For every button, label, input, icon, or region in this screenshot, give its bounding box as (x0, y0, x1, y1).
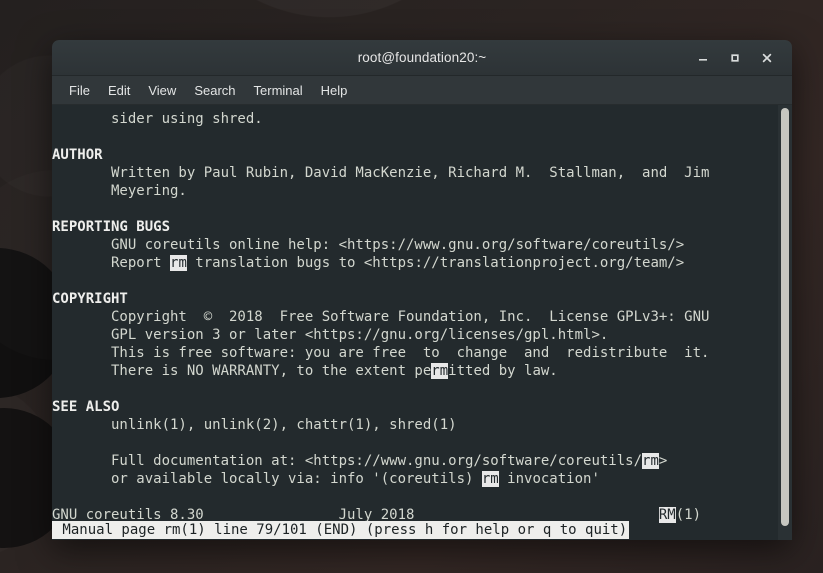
search-match: rm (481, 471, 499, 487)
scrollbar-thumb[interactable] (781, 108, 789, 526)
window-title: root@foundation20:~ (357, 50, 487, 65)
terminal-text: Report (52, 255, 171, 271)
menu-item-file[interactable]: File (60, 80, 99, 101)
terminal-text: This is free software: you are free to c… (52, 345, 710, 361)
terminal-line: COPYRIGHT (52, 290, 778, 308)
terminal-text: itted by law. (448, 363, 558, 379)
terminal-text: GNU coreutils online help: <https://www.… (52, 237, 685, 253)
terminal-line: GPL version 3 or later <https://gnu.org/… (52, 326, 778, 344)
terminal-line: AUTHOR (52, 146, 778, 164)
terminal-line: Copyright © 2018 Free Software Foundatio… (52, 308, 778, 326)
close-button[interactable] (756, 47, 778, 69)
terminal-line: There is NO WARRANTY, to the extent perm… (52, 362, 778, 380)
terminal-text: There is NO WARRANTY, to the extent pe (52, 363, 432, 379)
terminal-screen[interactable]: sider using shred. AUTHOR Written by Paul… (52, 105, 778, 540)
terminal-text: > (658, 453, 668, 469)
search-match: rm (170, 255, 187, 271)
terminal-text: Meyering. (52, 183, 187, 199)
terminal-line: unlink(1), unlink(2), chattr(1), shred(1… (52, 416, 778, 434)
section-heading: AUTHOR (52, 147, 103, 163)
terminal-text: Full documentation at: <https://www.gnu.… (52, 453, 643, 469)
terminal-line: This is free software: you are free to c… (52, 344, 778, 362)
terminal-line: or available locally via: info '(coreuti… (52, 470, 778, 488)
menubar: File Edit View Search Terminal Help (52, 76, 792, 105)
section-heading: SEE ALSO (52, 399, 120, 415)
terminal-line: sider using shred. (52, 110, 778, 128)
terminal-text: invocation' (498, 471, 600, 487)
menu-item-help[interactable]: Help (312, 80, 357, 101)
maximize-button[interactable] (724, 47, 746, 69)
terminal-text: GPL version 3 or later <https://gnu.org/… (52, 327, 609, 343)
terminal-line: GNU coreutils online help: <https://www.… (52, 236, 778, 254)
terminal-line: Meyering. (52, 182, 778, 200)
menu-item-terminal[interactable]: Terminal (245, 80, 312, 101)
window-controls (692, 47, 792, 69)
terminal-body[interactable]: sider using shred. AUTHOR Written by Paul… (52, 105, 792, 540)
terminal-text: unlink(1), unlink(2), chattr(1), shred(1… (52, 417, 457, 433)
terminal-text: translation bugs to <https://translation… (186, 255, 685, 271)
menu-item-edit[interactable]: Edit (99, 80, 139, 101)
section-heading: REPORTING BUGS (52, 219, 171, 235)
window-titlebar[interactable]: root@foundation20:~ (52, 40, 792, 76)
man-status-bar: Manual page rm(1) line 79/101 (END) (pre… (52, 521, 630, 539)
terminal-line: SEE ALSO (52, 398, 778, 416)
terminal-text: sider using shred. (52, 111, 263, 127)
terminal-window[interactable]: root@foundation20:~ File Edit View Searc… (52, 40, 792, 540)
search-match: rm (642, 453, 659, 469)
menu-item-search[interactable]: Search (185, 80, 244, 101)
menu-item-view[interactable]: View (139, 80, 185, 101)
section-heading: COPYRIGHT (52, 291, 128, 307)
terminal-line: Written by Paul Rubin, David MacKenzie, … (52, 164, 778, 182)
terminal-text: Written by Paul Rubin, David MacKenzie, … (52, 165, 710, 181)
search-match: rm (431, 363, 449, 379)
search-match: RM (658, 507, 676, 523)
terminal-text: Copyright © 2018 Free Software Foundatio… (52, 309, 710, 325)
terminal-line: Full documentation at: <https://www.gnu.… (52, 452, 778, 470)
minimize-button[interactable] (692, 47, 714, 69)
terminal-text: (1) (675, 507, 702, 523)
terminal-text: or available locally via: info '(coreuti… (52, 471, 482, 487)
terminal-scrollbar[interactable] (778, 105, 792, 540)
terminal-line: REPORTING BUGS (52, 218, 778, 236)
terminal-line: Report rm translation bugs to <https://t… (52, 254, 778, 272)
